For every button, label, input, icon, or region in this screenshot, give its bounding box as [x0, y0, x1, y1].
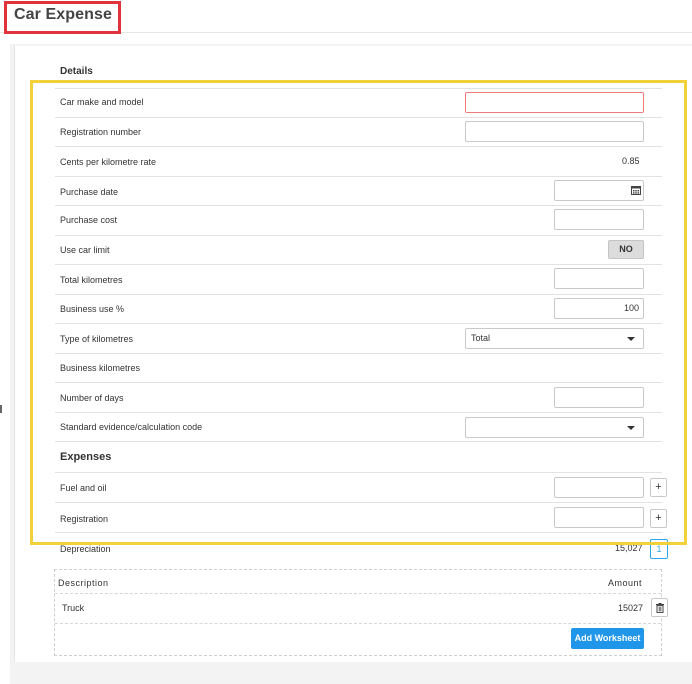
- description-column-header: Description: [58, 578, 109, 588]
- row-divider: [55, 353, 662, 354]
- row-divider: [55, 235, 662, 236]
- depreciation-worksheet-button[interactable]: 1: [650, 539, 668, 559]
- row-divider: [55, 323, 662, 324]
- type-km-label: Type of kilometres: [60, 334, 134, 344]
- registration-number-input[interactable]: [465, 121, 644, 142]
- chevron-down-icon: [627, 337, 635, 341]
- registration-number-label: Registration number: [60, 127, 142, 137]
- table-divider: [55, 593, 661, 594]
- number-days-label: Number of days: [60, 393, 124, 403]
- row-divider: [55, 412, 662, 413]
- amount-column-header: Amount: [608, 578, 643, 588]
- registration-expense-input[interactable]: [554, 507, 644, 528]
- row-divider: [55, 382, 662, 383]
- row-divider: [55, 502, 662, 503]
- row-divider: [55, 264, 662, 265]
- row-description: Truck: [62, 603, 85, 613]
- business-use-label: Business use %: [60, 304, 125, 314]
- car-make-label: Car make and model: [60, 97, 144, 107]
- row-divider: [55, 176, 662, 177]
- calendar-icon[interactable]: [631, 185, 641, 195]
- depreciation-worksheet-table: Description Amount Truck 15027 Add Works…: [54, 569, 668, 656]
- row-divider: [55, 205, 662, 206]
- trash-icon: [656, 603, 664, 613]
- depreciation-value: 15,027: [615, 543, 643, 553]
- fuel-label: Fuel and oil: [60, 483, 107, 493]
- page-title: Car Expense: [14, 6, 113, 23]
- number-days-input[interactable]: [554, 387, 644, 408]
- type-km-selected: Total: [471, 333, 491, 343]
- fuel-input[interactable]: [554, 477, 644, 498]
- edge-marker: [0, 405, 2, 413]
- details-heading: Details: [60, 66, 93, 77]
- car-make-input[interactable]: [465, 92, 644, 113]
- standard-code-select[interactable]: [465, 417, 644, 438]
- table-divider: [55, 623, 661, 624]
- row-amount: 15027: [618, 603, 644, 613]
- purchase-date-label: Purchase date: [60, 187, 119, 197]
- row-divider: [55, 88, 662, 89]
- standard-code-label: Standard evidence/calculation code: [60, 422, 203, 432]
- add-worksheet-button[interactable]: Add Worksheet: [571, 628, 644, 649]
- add-fuel-button[interactable]: +: [650, 478, 667, 497]
- expenses-heading: Expenses: [60, 451, 112, 463]
- row-divider: [55, 472, 662, 473]
- total-km-label: Total kilometres: [60, 275, 123, 285]
- delete-row-button[interactable]: [651, 598, 668, 617]
- row-divider: [55, 441, 662, 442]
- type-km-select[interactable]: Total: [465, 328, 644, 349]
- purchase-cost-input[interactable]: [554, 209, 644, 230]
- add-registration-button[interactable]: +: [650, 509, 667, 528]
- total-km-input[interactable]: [554, 268, 644, 289]
- use-car-limit-label: Use car limit: [60, 245, 110, 255]
- use-car-limit-toggle[interactable]: NO: [608, 240, 644, 259]
- cents-rate-value: 0.85: [622, 156, 640, 166]
- registration-expense-label: Registration: [60, 514, 109, 524]
- row-divider: [55, 117, 662, 118]
- purchase-cost-label: Purchase cost: [60, 215, 118, 225]
- depreciation-label: Depreciation: [60, 544, 111, 554]
- business-use-input[interactable]: 100: [554, 298, 644, 319]
- business-km-label: Business kilometres: [60, 363, 141, 373]
- chevron-down-icon: [627, 426, 635, 430]
- row-divider: [55, 146, 662, 147]
- row-divider: [55, 532, 662, 533]
- row-divider: [55, 294, 662, 295]
- cents-rate-label: Cents per kilometre rate: [60, 157, 157, 167]
